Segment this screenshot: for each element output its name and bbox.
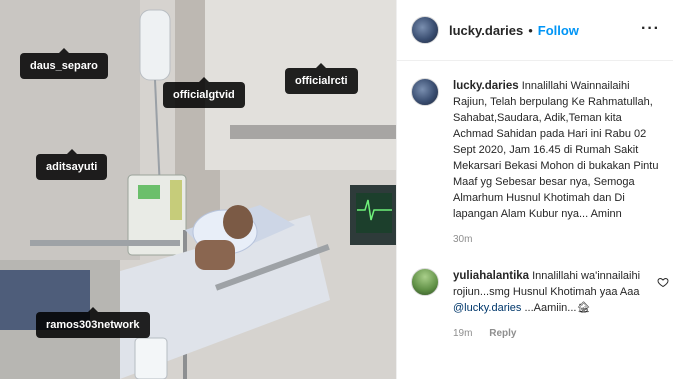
comment-avatar[interactable] <box>411 268 439 296</box>
post-caption: lucky.daries Innalillahi Wainnailaihi Ra… <box>411 78 661 248</box>
post-photo[interactable]: daus_separo officialgtvid officialrcti a… <box>0 0 396 379</box>
caption-body: lucky.daries Innalillahi Wainnailaihi Ra… <box>453 78 661 248</box>
comment-time[interactable]: 19m <box>453 328 472 339</box>
more-horizontal-icon[interactable]: ··· <box>641 21 660 37</box>
comment-meta: 19m Reply <box>453 326 651 342</box>
caption-avatar[interactable] <box>411 78 439 106</box>
comment-username[interactable]: yuliahalantika <box>453 270 529 282</box>
caption-time[interactable]: 30m <box>453 234 472 245</box>
comment-mention[interactable]: @lucky.daries <box>453 302 521 314</box>
caption-text: Innalillahi Wainnailaihi Rajiun, Telah b… <box>453 80 659 220</box>
photo-tag-daus-separo[interactable]: daus_separo <box>20 48 108 79</box>
follow-button[interactable]: Follow <box>538 23 579 38</box>
photo-tag-aditsayuti[interactable]: aditsayuti <box>36 149 108 180</box>
reply-button[interactable]: Reply <box>489 328 516 339</box>
avatar[interactable] <box>411 16 439 44</box>
photo-tag-officialrcti[interactable]: officialrcti <box>285 63 358 94</box>
header-separator: • <box>528 22 533 38</box>
comment-text-after: ...Aamiin...🏚 <box>521 302 591 314</box>
caption-username[interactable]: lucky.daries <box>453 80 519 92</box>
header-username[interactable]: lucky.daries <box>449 23 523 38</box>
comment-item: yuliahalantika Innalillahi wa'innailaihi… <box>411 268 669 342</box>
heart-icon[interactable] <box>657 276 669 288</box>
photo-tag-ramos303network[interactable]: ramos303network <box>36 307 150 338</box>
post-header: lucky.daries • Follow ··· <box>397 0 673 61</box>
caption-meta: 30m <box>453 232 661 248</box>
comment-body: yuliahalantika Innalillahi wa'innailaihi… <box>453 268 651 342</box>
photo-tag-officialgtvid[interactable]: officialgtvid <box>163 77 245 108</box>
post-side-panel: lucky.daries • Follow ··· lucky.daries I… <box>396 0 673 379</box>
